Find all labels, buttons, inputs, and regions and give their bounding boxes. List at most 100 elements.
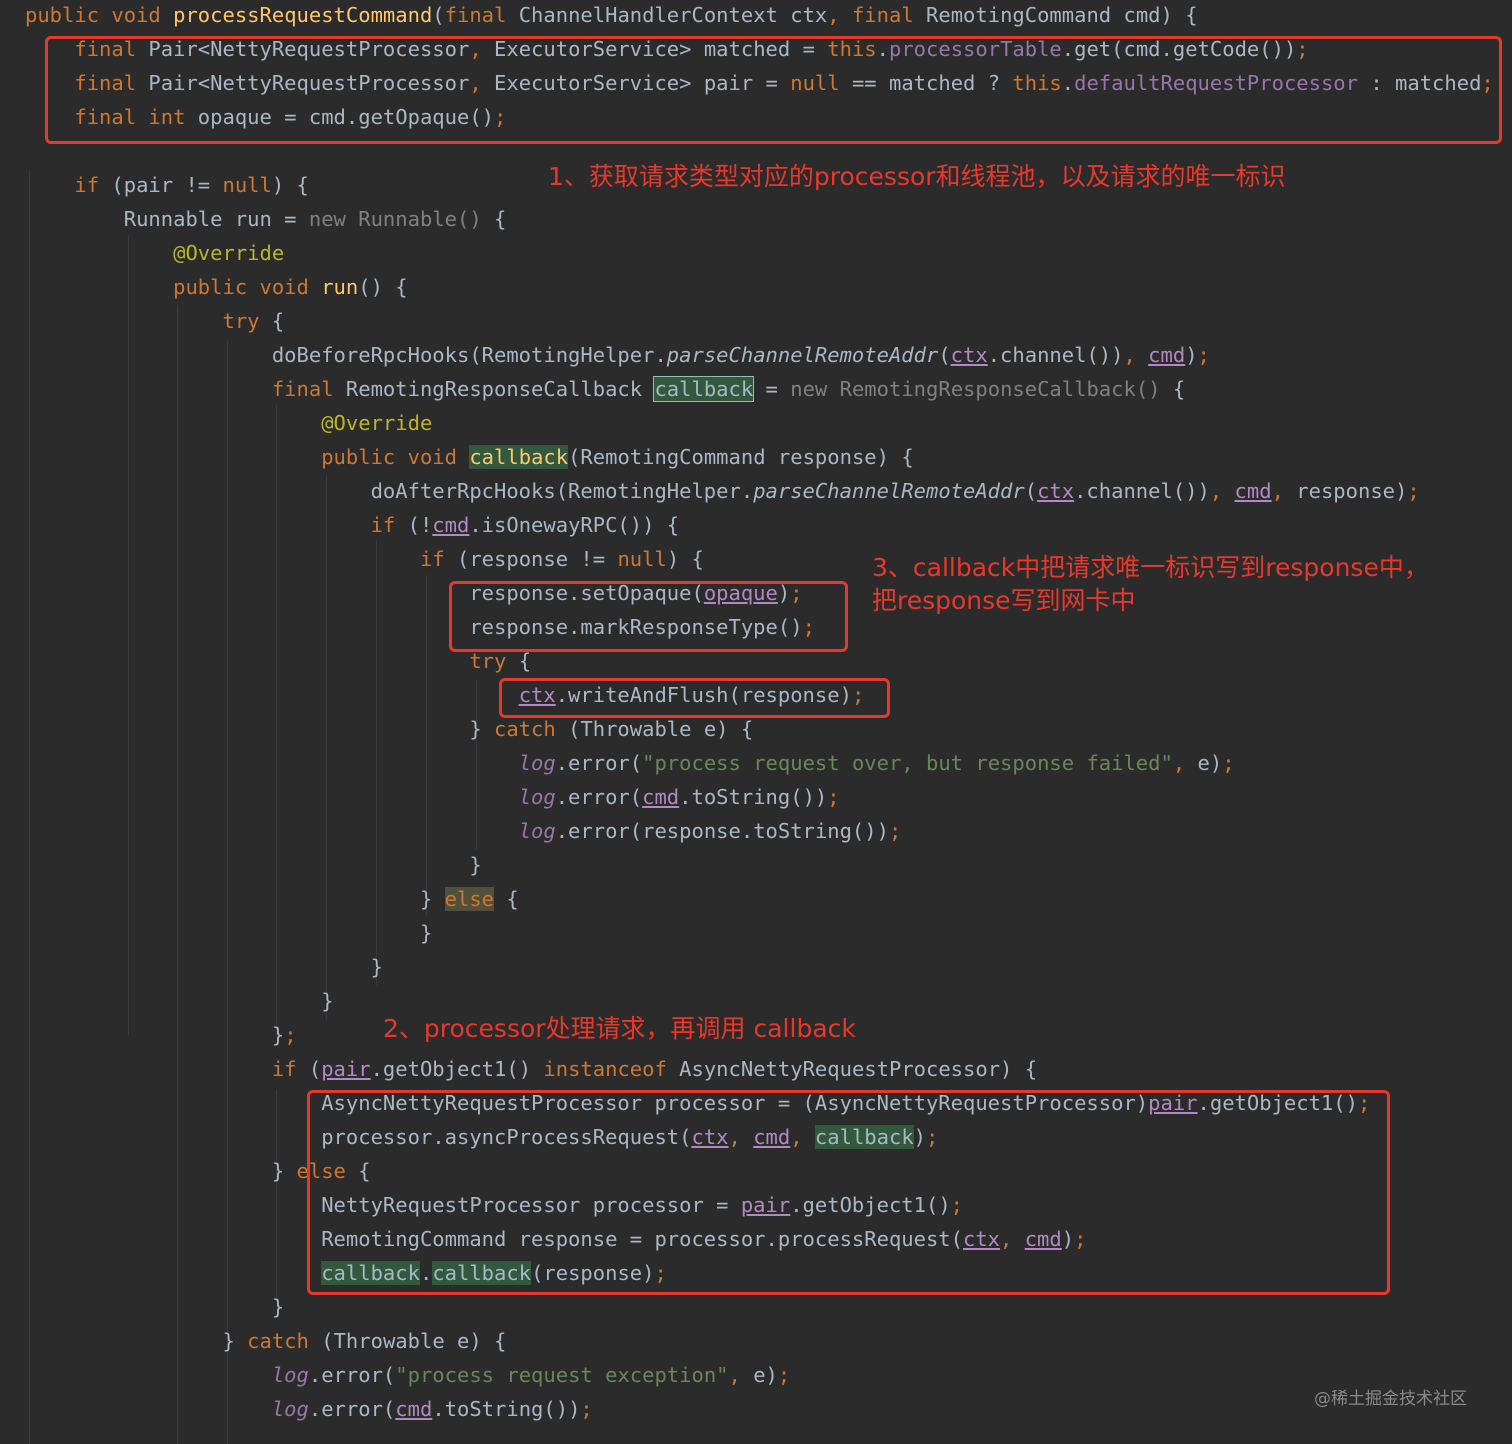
code-token: .error(response.toString()) — [555, 819, 889, 843]
code-line[interactable]: if (pair != null) { — [25, 168, 309, 202]
highlight-box-set-opaque — [449, 581, 848, 652]
code-token: pair — [321, 1057, 371, 1081]
code-line[interactable]: public void run() { — [25, 270, 408, 304]
code-token: callback — [653, 376, 755, 402]
code-token: final — [851, 3, 927, 27]
code-token: cmd — [1148, 343, 1186, 367]
code-token: log — [271, 1397, 309, 1421]
code-line[interactable]: log.error("process request over, but res… — [25, 746, 1235, 780]
code-token: cmd — [432, 513, 470, 537]
code-token: else — [444, 887, 495, 911]
code-token: { — [1172, 377, 1186, 401]
code-line[interactable]: } — [25, 848, 482, 882]
code-token: catch — [247, 1329, 322, 1353]
code-token: ( — [308, 1057, 322, 1081]
code-token: { — [518, 649, 532, 673]
watermark: @稀土掘金技术社区 — [1314, 1389, 1467, 1409]
code-line[interactable]: log.error(response.toString()); — [25, 814, 902, 848]
annotation-note-3-line-1: 3、callback中把请求唯一标识写到response中， — [872, 553, 1429, 582]
code-token: } — [25, 921, 433, 945]
code-token: log — [518, 751, 556, 775]
code-token: } — [25, 887, 445, 911]
code-line[interactable]: doAfterRpcHooks(RemotingHelper.parseChan… — [25, 474, 1420, 508]
code-line[interactable]: if (pair.getObject1() instanceof AsyncNe… — [25, 1052, 1037, 1086]
code-token: log — [271, 1363, 309, 1387]
code-token: log — [518, 785, 556, 809]
code-line[interactable]: log.error(cmd.toString()); — [25, 1392, 593, 1426]
code-token: { — [494, 207, 507, 231]
code-token: ) { — [666, 547, 704, 571]
code-token: .error( — [555, 751, 643, 775]
code-line[interactable]: @Override — [25, 406, 432, 440]
code-line[interactable]: Runnable run = new Runnable() { — [25, 202, 507, 236]
code-token: , — [1209, 479, 1235, 503]
code-line[interactable]: public void processRequestCommand(final … — [25, 0, 1198, 32]
code-token: } — [25, 853, 482, 877]
code-token: .getObject1() — [370, 1057, 544, 1081]
code-line[interactable]: } — [25, 950, 383, 984]
code-token: callback — [469, 445, 569, 469]
code-line[interactable]: log.error("process request exception", e… — [25, 1358, 790, 1392]
code-line[interactable]: final RemotingResponseCallback callback … — [25, 372, 1185, 406]
code-token: Runnable run = — [25, 207, 309, 231]
code-token: parseChannelRemoteAddr — [666, 343, 939, 367]
code-token: (pair != — [111, 173, 223, 197]
highlight-box-write-flush — [499, 678, 890, 718]
code-token: } — [25, 1295, 285, 1319]
code-token: try — [25, 309, 272, 333]
code-token: } — [25, 989, 334, 1013]
code-token: ; — [1222, 751, 1235, 775]
code-token: try — [25, 649, 519, 673]
code-token: ( — [938, 343, 951, 367]
code-token: cmd — [642, 785, 680, 809]
code-line[interactable]: if (response != null) { — [25, 542, 704, 576]
code-line[interactable]: log.error(cmd.toString()); — [25, 780, 840, 814]
code-token: { — [494, 887, 519, 911]
code-line[interactable]: @Override — [25, 236, 284, 270]
code-line[interactable]: } — [25, 916, 432, 950]
code-token: } — [25, 1329, 248, 1353]
code-token: doBeforeRpcHooks(RemotingHelper. — [25, 343, 667, 367]
code-token: if — [25, 513, 408, 537]
code-token: "process request exception" — [395, 1363, 729, 1387]
code-token: () { — [358, 275, 408, 299]
code-token: @Override — [25, 411, 433, 435]
code-token: ) — [1185, 343, 1198, 367]
code-token: instanceof — [543, 1057, 680, 1081]
code-token: new RemotingResponseCallback() — [790, 377, 1173, 401]
code-token: , — [827, 3, 852, 27]
code-token: catch — [494, 717, 569, 741]
code-token: public void — [25, 3, 174, 27]
code-token: @Override — [25, 241, 285, 265]
code-line[interactable]: try { — [25, 304, 284, 338]
code-token: run — [321, 275, 359, 299]
code-line[interactable]: } catch (Throwable e) { — [25, 1324, 506, 1358]
code-token: (Throwable e) { — [568, 717, 754, 741]
code-token: ChannelHandlerContext ctx — [518, 3, 828, 27]
code-token: .toString()) — [432, 1397, 581, 1421]
code-token: .toString()) — [679, 785, 828, 809]
code-line[interactable]: doBeforeRpcHooks(RemotingHelper.parseCha… — [25, 338, 1210, 372]
code-token: , — [728, 1363, 754, 1387]
code-token: cmd — [1234, 479, 1272, 503]
code-token: .channel()) — [1074, 479, 1210, 503]
code-token: null — [222, 173, 272, 197]
code-token: } — [25, 1023, 285, 1047]
annotation-note-3-line-2: 把response写到网卡中 — [872, 586, 1136, 615]
code-line[interactable]: if (!cmd.isOnewayRPC()) { — [25, 508, 680, 542]
code-token: (response != — [456, 547, 618, 571]
code-line[interactable]: public void callback(RemotingCommand res… — [25, 440, 914, 474]
code-token: cmd — [395, 1397, 433, 1421]
code-line[interactable]: } — [25, 984, 334, 1018]
code-line[interactable]: }; — [25, 1018, 297, 1052]
highlight-box-process-request — [307, 1090, 1390, 1295]
code-line[interactable]: } — [25, 1290, 284, 1324]
code-line[interactable]: } else { — [25, 882, 519, 916]
code-token: .error( — [308, 1397, 396, 1421]
code-token: { — [271, 309, 285, 333]
code-token: processRequestCommand — [173, 3, 433, 27]
